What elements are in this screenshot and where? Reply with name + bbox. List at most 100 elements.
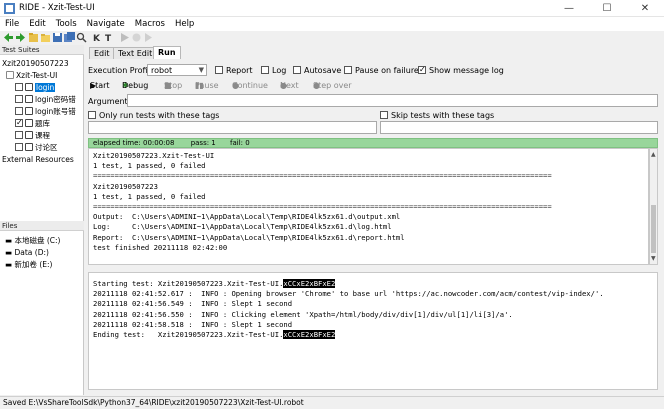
include-tags-input[interactable]: [88, 121, 377, 134]
message-log[interactable]: Starting test: Xzit20190507223.Xzit-Test…: [88, 272, 658, 390]
files-header: Files: [0, 221, 84, 231]
item-checkbox-checked[interactable]: [15, 117, 23, 128]
tree-item-login[interactable]: login: [15, 82, 56, 93]
report-checkbox[interactable]: Report: [215, 65, 253, 76]
output-separator: ========================================…: [93, 171, 552, 181]
item-checkbox[interactable]: [15, 131, 23, 139]
exclude-tags-input[interactable]: [380, 121, 658, 134]
tree-item-question-bank[interactable]: 题库: [15, 117, 50, 129]
tree-item-login-password-wrong[interactable]: login密码错: [15, 94, 76, 105]
status-bar: Saved E:\VsShareToolSdk\Python37_64\RIDE…: [0, 396, 664, 409]
stop-run-icon[interactable]: [131, 32, 142, 43]
drive-e[interactable]: ▬ 新加卷 (E:): [5, 259, 53, 270]
menu-macros[interactable]: Macros: [130, 17, 170, 31]
menu-tools[interactable]: Tools: [51, 17, 82, 31]
scroll-thumb[interactable]: [651, 205, 656, 253]
pass-count: pass: 1: [190, 139, 216, 147]
execution-profile-select[interactable]: robot ▼: [147, 64, 207, 76]
checkbox[interactable]: [344, 65, 352, 74]
log-checkbox[interactable]: Log: [261, 65, 286, 76]
message-start-line: Starting test: Xzit20190507223.Xzit-Test…: [93, 279, 336, 288]
item-checkbox[interactable]: [15, 107, 23, 115]
fail-count: fail: 0: [230, 139, 250, 147]
output-line: test finished 20211118 02:42:00: [93, 242, 228, 252]
test-icon: [25, 107, 33, 115]
output-line: Xzit20190507223: [93, 181, 158, 191]
test-icon: [25, 83, 33, 91]
test-icon: [25, 119, 33, 127]
menu-navigate[interactable]: Navigate: [82, 17, 130, 31]
message-end-line: Ending test: Xzit20190507223.Xzit-Test-U…: [93, 330, 336, 340]
message-line: 20211118 02:41:56.549 : INFO : Slept 1 s…: [93, 299, 293, 309]
maximize-button[interactable]: ☐: [588, 0, 626, 17]
autosave-checkbox[interactable]: Autosave: [293, 65, 341, 76]
new-project-icon[interactable]: [28, 32, 39, 43]
left-pane: Test Suites Xzit20190507223 Xzit-Test-UI…: [0, 45, 84, 395]
tree-external-resources[interactable]: External Resources: [2, 154, 74, 165]
tree-suite[interactable]: Xzit-Test-UI: [6, 70, 57, 81]
svg-text:K: K: [93, 34, 101, 43]
drive-c[interactable]: ▬ 本地磁盘 (C:): [5, 235, 60, 246]
checkbox-checked[interactable]: [418, 64, 426, 75]
run-status-bar: elapsed time: 00:00:08 pass: 1 fail: 0: [88, 138, 658, 148]
test-icon: [25, 131, 33, 139]
output-line: Report: C:\Users\ADMINI~1\AppData\Local\…: [93, 232, 405, 242]
tree-root[interactable]: Xzit20190507223: [2, 58, 69, 69]
only-run-tags-checkbox[interactable]: Only run tests with these tags: [88, 110, 219, 121]
forward-arrow-icon[interactable]: [15, 32, 26, 43]
pause-on-failure-checkbox[interactable]: Pause on failure: [344, 65, 419, 76]
save-all-icon[interactable]: [64, 32, 75, 43]
toolbar: K T: [0, 31, 664, 45]
test-suites-header: Test Suites: [0, 45, 84, 55]
title-bar: RIDE - Xzit-Test-UI — ☐ ✕: [0, 0, 664, 17]
checkbox[interactable]: [261, 65, 269, 74]
search-icon[interactable]: [76, 32, 87, 43]
output-separator: ========================================…: [93, 202, 552, 212]
checkbox[interactable]: [215, 65, 223, 74]
drive-d[interactable]: ▬ Data (D:): [5, 247, 49, 258]
test-case-icon[interactable]: T: [104, 32, 115, 43]
minimize-button[interactable]: —: [550, 0, 588, 17]
message-line: 20211118 02:41:58.518 : INFO : Slept 1 s…: [93, 319, 293, 329]
chevron-down-icon: ▼: [198, 66, 204, 74]
output-line: Log: C:\Users\ADMINI~1\AppData\Local\Tem…: [93, 222, 392, 232]
output-line: 1 test, 1 passed, 0 failed: [93, 191, 206, 201]
back-arrow-icon[interactable]: [3, 32, 14, 43]
arguments-input[interactable]: [127, 94, 658, 107]
tree-item-discussion[interactable]: 讨论区: [15, 142, 58, 153]
item-checkbox[interactable]: [15, 95, 23, 103]
scroll-down-icon[interactable]: ▼: [651, 255, 656, 262]
skip-tags-checkbox[interactable]: Skip tests with these tags: [380, 110, 494, 121]
suite-icon: [6, 71, 14, 79]
output-line: Output: C:\Users\ADMINI~1\AppData\Local\…: [93, 212, 401, 222]
console-output[interactable]: Xzit20190507223.Xzit-Test-UI 1 test, 1 pa…: [88, 148, 649, 265]
message-line: 20211118 02:41:56.550 : INFO : Clicking …: [93, 309, 513, 319]
checkbox[interactable]: [380, 110, 388, 119]
item-checkbox[interactable]: [15, 143, 23, 151]
open-folder-icon[interactable]: [40, 32, 51, 43]
tree-item-login-account-wrong[interactable]: login账号错: [15, 106, 76, 117]
output-line: Xzit20190507223.Xzit-Test-UI: [93, 151, 215, 160]
tab-edit[interactable]: Edit: [89, 47, 115, 59]
test-icon: [25, 143, 33, 151]
menu-edit[interactable]: Edit: [24, 17, 50, 31]
menu-help[interactable]: Help: [170, 17, 199, 31]
checkbox[interactable]: [293, 65, 301, 74]
console-scrollbar[interactable]: ▲ ▼: [649, 148, 658, 265]
menu-file[interactable]: File: [0, 17, 24, 31]
save-icon[interactable]: [52, 32, 63, 43]
menu-bar: File Edit Tools Navigate Macros Help: [0, 17, 664, 31]
ride-app-icon: [4, 3, 15, 14]
tab-run[interactable]: Run: [153, 46, 181, 59]
close-button[interactable]: ✕: [626, 0, 664, 17]
item-checkbox[interactable]: [15, 83, 23, 91]
tree-item-course[interactable]: 课程: [15, 130, 50, 141]
checkbox[interactable]: [88, 110, 96, 119]
keyword-icon[interactable]: K: [92, 32, 103, 43]
step-icon[interactable]: [143, 32, 154, 43]
test-icon: [25, 95, 33, 103]
scroll-up-icon[interactable]: ▲: [651, 151, 656, 158]
tab-text-edit[interactable]: Text Edit: [113, 47, 158, 59]
run-icon[interactable]: [119, 32, 130, 43]
show-message-log-checkbox[interactable]: Show message log: [418, 64, 504, 76]
